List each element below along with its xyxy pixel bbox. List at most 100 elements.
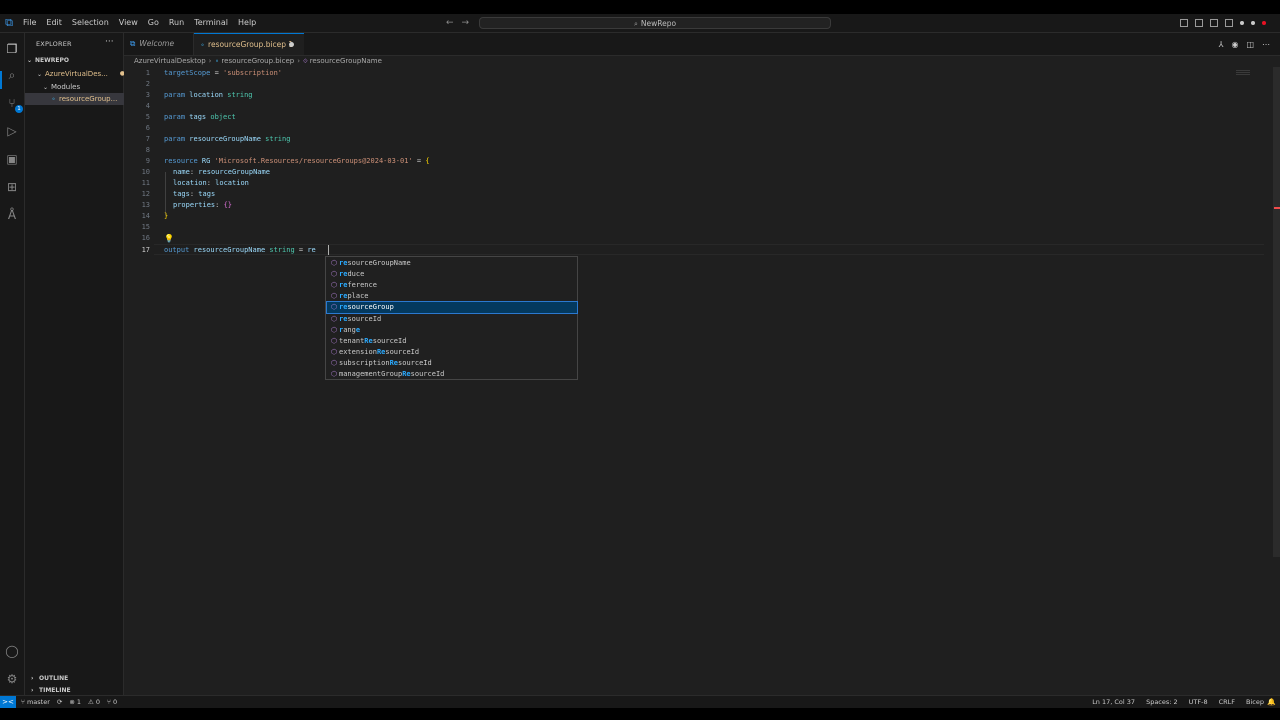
token-type: string xyxy=(227,91,253,99)
suggest-widget: ⬡ resourceGroupName ⬡ reduce ⬡ reference ⬡ repl… xyxy=(325,256,578,380)
explorer-icon[interactable]: ❐ xyxy=(4,41,20,57)
extensions-icon[interactable]: ⊞ xyxy=(4,179,20,195)
suggestion-item[interactable]: ⬡ subscriptionResourceId xyxy=(327,358,577,369)
code-line-12: tags: tags xyxy=(173,189,215,200)
menu-selection[interactable]: Selection xyxy=(67,14,114,32)
timeline-label: TIMELINE xyxy=(39,687,71,694)
indent-guide xyxy=(165,172,166,216)
remote-explorer-icon[interactable]: ▣ xyxy=(4,151,20,167)
menu-go[interactable]: Go xyxy=(143,14,164,32)
menu-file[interactable]: File xyxy=(18,14,41,32)
editor-scrollbar[interactable] xyxy=(1273,67,1280,557)
warnings-count[interactable]: ⚠ 0 xyxy=(88,696,100,708)
open-changes-icon[interactable]: ◉ xyxy=(1231,40,1238,49)
bicep-file-icon: ⚬ xyxy=(51,96,57,103)
settings-gear-icon[interactable]: ⚙ xyxy=(4,671,20,687)
source-control-icon[interactable]: ⑂ 1 xyxy=(4,95,23,113)
more-actions-icon[interactable]: ··· xyxy=(105,37,114,47)
chevron-down-icon: ⌄ xyxy=(37,71,43,78)
branch-item[interactable]: ⑂ master xyxy=(21,696,50,708)
line-number: 14 xyxy=(141,212,150,220)
suggestion-match: Re xyxy=(402,370,411,378)
line-number: 9 xyxy=(145,157,150,165)
toggle-panel-icon[interactable] xyxy=(1195,19,1203,27)
unsaved-dot-icon[interactable] xyxy=(289,42,294,47)
code-line-3: param location string xyxy=(164,90,253,101)
function-symbol-icon: ⬡ xyxy=(330,336,338,345)
suggestion-text: sourceId xyxy=(398,358,432,367)
suggestion-item[interactable]: ⬡ reduce xyxy=(327,269,577,280)
indentation[interactable]: Spaces: 2 xyxy=(1146,696,1178,708)
toggle-sidebar-icon[interactable] xyxy=(1180,19,1188,27)
azure-deploy-icon[interactable]: ⅄ xyxy=(1219,40,1224,49)
line-number: 4 xyxy=(145,102,150,110)
minimize-icon[interactable] xyxy=(1240,21,1244,25)
language-mode[interactable]: Bicep xyxy=(1246,696,1264,708)
suggestion-item[interactable]: ⬡ extensionResourceId xyxy=(327,347,577,358)
notifications-bell-icon[interactable]: 🔔 xyxy=(1267,696,1276,708)
minimap[interactable] xyxy=(1236,70,1250,76)
code-editor[interactable]: 1 2 3 4 5 6 7 8 9 10 11 12 13 14 15 16 1… xyxy=(124,67,1280,695)
back-arrow-icon[interactable]: ← xyxy=(446,14,454,32)
outline-section[interactable]: › OUTLINE xyxy=(25,673,129,685)
activity-bar: ❐ ⌕ ⑂ 1 ▷ ▣ ⊞ Å ◯ ⚙ xyxy=(0,33,25,695)
tree-folder-azurevirtualdesktop[interactable]: ⌄ AzureVirtualDes... ● xyxy=(25,68,135,80)
tree-root-newrepo[interactable]: ⌄ NEWREPO xyxy=(25,55,125,67)
menu-view[interactable]: View xyxy=(114,14,143,32)
suggestion-item[interactable]: ⬡ tenantResourceId xyxy=(327,336,577,347)
suggestion-item[interactable]: ⬡ resourceGroupName xyxy=(327,258,577,269)
errors-count[interactable]: ⊗ 1 xyxy=(69,696,81,708)
suggestion-item[interactable]: ⬡ managementGroupResourceId xyxy=(327,369,577,380)
suggestion-item[interactable]: ⬡ resourceGroup xyxy=(326,301,578,315)
code-line-1: targetScope = 'subscription' xyxy=(164,68,282,79)
breadcrumb-file[interactable]: resourceGroup.bicep xyxy=(221,57,294,65)
line-number: 8 xyxy=(145,146,150,154)
account-icon[interactable]: ◯ xyxy=(4,643,20,659)
ports-count[interactable]: ⑂ 0 xyxy=(107,696,117,708)
search-icon[interactable]: ⌕ xyxy=(4,67,20,83)
lightbulb-icon[interactable]: 💡 xyxy=(164,234,174,243)
menu-help[interactable]: Help xyxy=(233,14,261,32)
function-symbol-icon: ⬡ xyxy=(330,314,338,323)
suggestion-item[interactable]: ⬡ resourceId xyxy=(327,314,577,325)
suggestion-text: sourceGroup xyxy=(347,303,394,312)
suggestion-text: sourceId xyxy=(410,370,445,378)
run-debug-icon[interactable]: ▷ xyxy=(4,123,20,139)
menu-terminal[interactable]: Terminal xyxy=(189,14,233,32)
more-actions-icon[interactable]: ⋯ xyxy=(1262,40,1270,49)
split-editor-icon[interactable]: ◫ xyxy=(1246,40,1254,49)
end-of-line[interactable]: CRLF xyxy=(1219,696,1235,708)
breadcrumb-folder[interactable]: AzureVirtualDesktop xyxy=(134,57,206,65)
function-symbol-icon: ⬡ xyxy=(330,347,338,356)
letterbox-top xyxy=(0,0,1280,14)
encoding[interactable]: UTF-8 xyxy=(1189,696,1208,708)
toggle-secondary-sidebar-icon[interactable] xyxy=(1210,19,1218,27)
command-center-search[interactable]: ⌕ NewRepo xyxy=(479,17,831,29)
tab-resourcegroup-bicep[interactable]: ⚬ resourceGroup.bicep 1 xyxy=(194,33,304,55)
menu-bar: File Edit Selection View Go Run Terminal… xyxy=(18,14,261,32)
forward-arrow-icon[interactable]: → xyxy=(462,14,470,32)
suggestion-item[interactable]: ⬡ replace xyxy=(327,291,577,302)
editor-tabs: ⧉ Welcome ⚬ resourceGroup.bicep 1 ⅄ ◉ ◫ ⋯ xyxy=(124,33,1280,56)
tab-welcome[interactable]: ⧉ Welcome xyxy=(124,33,194,55)
maximize-icon[interactable] xyxy=(1251,21,1255,25)
cursor-position[interactable]: Ln 17, Col 37 xyxy=(1092,696,1135,708)
line-number: 2 xyxy=(145,80,150,88)
token-string: 'Microsoft.Resources/resourceGroups@2024… xyxy=(214,157,413,165)
suggestion-item[interactable]: ⬡ reference xyxy=(327,280,577,291)
close-icon[interactable] xyxy=(1262,21,1266,25)
tab-file-label: resourceGroup.bicep 1 xyxy=(208,40,294,49)
token-identifier: tags xyxy=(198,190,216,198)
menu-edit[interactable]: Edit xyxy=(41,14,67,32)
remote-indicator[interactable]: >< xyxy=(0,696,16,708)
suggestion-text: sourceGroupName xyxy=(347,259,411,267)
suggestion-text: extension xyxy=(339,347,377,356)
customize-layout-icon[interactable] xyxy=(1225,19,1233,27)
menu-run[interactable]: Run xyxy=(164,14,189,32)
error-marker xyxy=(1274,207,1280,209)
suggestion-item[interactable]: ⬡ range xyxy=(327,325,577,336)
azure-icon[interactable]: Å xyxy=(4,207,20,223)
sync-icon[interactable]: ⟳ xyxy=(57,696,62,708)
suggestion-match: e xyxy=(355,325,361,334)
breadcrumb-symbol[interactable]: resourceGroupName xyxy=(310,57,382,65)
